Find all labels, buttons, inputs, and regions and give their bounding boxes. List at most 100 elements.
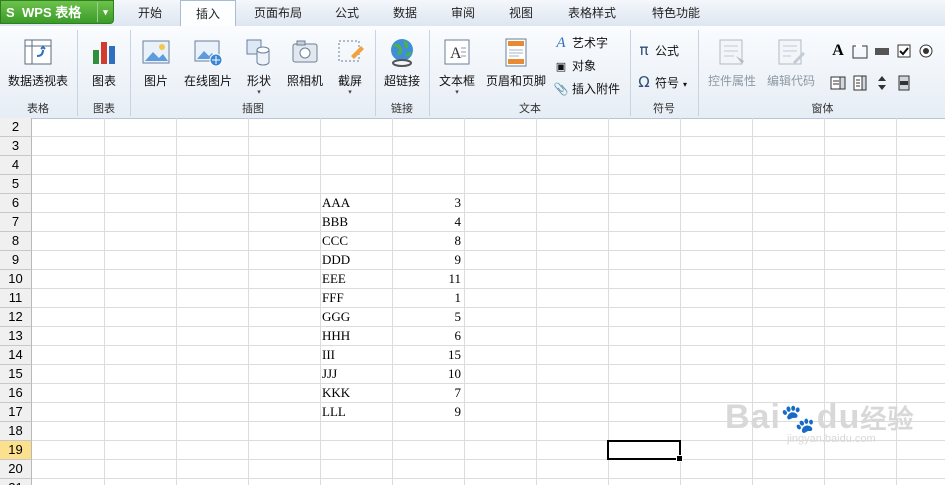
cell-value[interactable]: 9 (392, 251, 462, 269)
row-gridline (32, 326, 945, 327)
cell-value[interactable]: 5 (392, 308, 462, 326)
textbox-button[interactable]: A 文本框 ▾ (432, 28, 482, 98)
header-footer-label: 页眉和页脚 (485, 74, 546, 88)
row-header[interactable]: 5 (0, 175, 32, 194)
checkbox-control-icon[interactable] (895, 42, 913, 60)
cell-value[interactable]: 4 (392, 213, 462, 231)
row-header[interactable]: 15 (0, 365, 32, 384)
radio-control-icon[interactable] (917, 42, 935, 60)
cell-name[interactable]: FFF (322, 289, 390, 307)
chevron-down-icon[interactable]: ▾ (432, 88, 482, 96)
cell-name[interactable]: HHH (322, 327, 390, 345)
scrollbar-control-icon[interactable] (895, 74, 913, 92)
row-header[interactable]: 8 (0, 232, 32, 251)
row-header[interactable]: 7 (0, 213, 32, 232)
fill-handle[interactable] (676, 455, 683, 462)
pivot-table-button[interactable]: 数据透视表 (2, 28, 74, 98)
row-header[interactable]: 17 (0, 403, 32, 422)
object-button[interactable]: ▣ 对象 (553, 56, 596, 76)
symbol-label: 符号 (655, 76, 680, 90)
cell-value[interactable]: 6 (392, 327, 462, 345)
row-header[interactable]: 10 (0, 270, 32, 289)
cell-value[interactable]: 15 (392, 346, 461, 364)
insert-attachment-button[interactable]: 📎 插入附件 (553, 79, 621, 99)
shapes-icon (246, 39, 270, 66)
tab-page-layout[interactable]: 页面布局 (242, 0, 314, 26)
row-header[interactable]: 4 (0, 156, 32, 175)
cell-name[interactable]: III (322, 346, 390, 364)
row-header[interactable]: 9 (0, 251, 32, 270)
button-control-icon[interactable] (873, 42, 891, 60)
cell-value[interactable]: 7 (392, 384, 462, 402)
cell-name[interactable]: CCC (322, 232, 390, 250)
chevron-down-icon[interactable]: ▾ (238, 88, 280, 96)
cell-value[interactable]: 10 (392, 365, 461, 383)
row-header[interactable]: 11 (0, 289, 32, 308)
cell-name[interactable]: DDD (322, 251, 390, 269)
tab-insert[interactable]: 插入 (180, 0, 236, 27)
chart-label: 图表 (91, 74, 116, 88)
cell-value[interactable]: 9 (392, 403, 462, 421)
row-header[interactable]: 19 (0, 441, 32, 460)
omega-icon: Ω (638, 73, 650, 91)
group-label-symbols: 符号 (653, 102, 675, 115)
row-header[interactable]: 2 (0, 118, 32, 137)
listbox-control-icon[interactable] (829, 74, 847, 92)
chart-button[interactable]: 图表 (80, 28, 128, 98)
wordart-button[interactable]: A 艺术字 (553, 33, 608, 53)
online-picture-button[interactable]: 在线图片 (180, 28, 236, 98)
tab-formulas[interactable]: 公式 (322, 0, 372, 26)
tab-view[interactable]: 视图 (496, 0, 546, 26)
formula-button[interactable]: π 公式 (636, 40, 679, 60)
edit-code-button[interactable]: 编辑代码 (762, 28, 820, 98)
row-header[interactable]: 12 (0, 308, 32, 327)
shapes-button[interactable]: 形状 ▾ (238, 28, 280, 98)
active-cell-selection[interactable] (607, 440, 683, 462)
ribbon: 数据透视表 表格 图表 图表 图片 在线图片 形状 ▾ 照相机 截屏 ▾ 插图 … (0, 26, 945, 119)
screenshot-button[interactable]: 截屏 ▾ (330, 28, 370, 98)
column-gridline (464, 118, 465, 485)
row-header[interactable]: 18 (0, 422, 32, 441)
tab-special-features[interactable]: 特色功能 (640, 0, 712, 26)
row-header[interactable]: 6 (0, 194, 32, 213)
chevron-down-icon[interactable]: ▾ (330, 88, 370, 96)
groupbox-control-icon[interactable] (851, 42, 869, 60)
control-properties-button[interactable]: 控件属性 (702, 28, 762, 98)
cell-name[interactable]: JJJ (322, 365, 390, 383)
spinner-control-icon[interactable] (873, 74, 891, 92)
cell-value[interactable]: 1 (392, 289, 462, 307)
row-header[interactable]: 20 (0, 460, 32, 479)
cell-name[interactable]: GGG (322, 308, 390, 326)
column-gridline (248, 118, 249, 485)
row-header[interactable]: 21 (0, 479, 32, 485)
cell-name[interactable]: AAA (322, 194, 390, 212)
row-header[interactable]: 13 (0, 327, 32, 346)
picture-button[interactable]: 图片 (134, 28, 178, 98)
symbol-button[interactable]: Ω 符号 ▾ (636, 72, 687, 92)
tab-data[interactable]: 数据 (380, 0, 430, 26)
cell-name[interactable]: KKK (322, 384, 390, 402)
row-header[interactable]: 16 (0, 384, 32, 403)
camera-label: 照相机 (286, 74, 323, 88)
header-footer-button[interactable]: 页眉和页脚 (484, 28, 548, 98)
camera-button[interactable]: 照相机 (282, 28, 328, 98)
row-header[interactable]: 14 (0, 346, 32, 365)
cell-name[interactable]: LLL (322, 403, 390, 421)
tab-table-style[interactable]: 表格样式 (556, 0, 628, 26)
column-gridline (176, 118, 177, 485)
cell-value[interactable]: 8 (392, 232, 462, 250)
hyperlink-button[interactable]: 超链接 (378, 28, 426, 98)
cell-name[interactable]: EEE (322, 270, 390, 288)
label-control-icon[interactable]: A (829, 42, 847, 60)
cell-value[interactable]: 3 (392, 194, 462, 212)
cell-value[interactable]: 11 (392, 270, 461, 288)
pi-icon: π (639, 41, 649, 59)
cell-name[interactable]: BBB (322, 213, 390, 231)
chevron-down-icon[interactable]: ▾ (683, 80, 687, 89)
combobox-control-icon[interactable] (851, 74, 869, 92)
row-header[interactable]: 3 (0, 137, 32, 156)
tab-review[interactable]: 审阅 (438, 0, 488, 26)
tab-home[interactable]: 开始 (124, 0, 176, 26)
wps-app-button[interactable]: S WPS 表格 ▾ (0, 0, 114, 24)
chevron-down-icon[interactable]: ▾ (97, 2, 113, 22)
